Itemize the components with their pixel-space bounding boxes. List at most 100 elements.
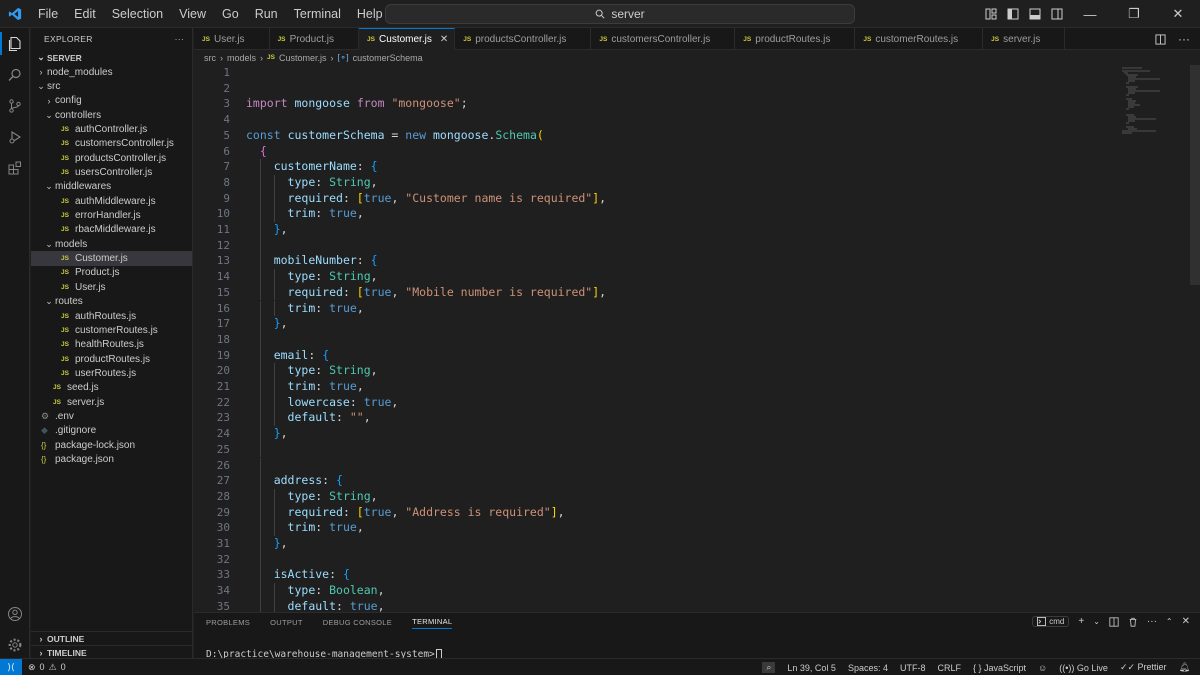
manage-gear-icon[interactable] <box>0 629 30 660</box>
editor-scrollbar[interactable] <box>1190 65 1200 285</box>
command-center-search[interactable]: server <box>385 4 855 24</box>
tree-file[interactable]: JS server.js <box>31 395 192 409</box>
notifications-bell-icon[interactable]: 🔔︎ <box>1179 662 1190 673</box>
copilot-icon[interactable]: ☺ <box>1038 663 1047 673</box>
tree-file[interactable]: JS productsController.js <box>31 151 192 165</box>
tree-file[interactable]: JS productRoutes.js <box>31 352 192 366</box>
code-token: trim <box>287 300 316 315</box>
outline-section[interactable]: › OUTLINE <box>31 631 193 645</box>
close-window-icon[interactable]: ✕ <box>1156 0 1200 28</box>
more-actions-icon[interactable]: ··· <box>175 34 184 44</box>
timeline-section[interactable]: › TIMELINE <box>31 645 193 659</box>
editor-tab[interactable]: JS customersController.js <box>591 28 736 50</box>
line-endings[interactable]: CRLF <box>937 663 961 673</box>
toggle-secondary-sidebar-icon[interactable] <box>1046 0 1068 28</box>
tree-folder[interactable]: › config <box>31 94 192 108</box>
menu-edit[interactable]: Edit <box>66 0 104 28</box>
tree-file[interactable]: JS authRoutes.js <box>31 309 192 323</box>
menu-terminal[interactable]: Terminal <box>286 0 349 28</box>
remote-indicator-icon[interactable]: ⟩⟨ <box>0 658 22 675</box>
tree-file[interactable]: JS userRoutes.js <box>31 366 192 380</box>
problems-indicator[interactable]: ⊗ 0 ⚠ 0 <box>22 662 66 673</box>
tree-file[interactable]: JS customersController.js <box>31 137 192 151</box>
chevron-down-icon[interactable]: ⌄ <box>1093 617 1100 626</box>
trash-icon[interactable] <box>1128 617 1138 627</box>
breadcrumb-file[interactable]: Customer.js <box>279 53 327 63</box>
tree-file[interactable]: JS Product.js <box>31 266 192 280</box>
code-token: , <box>557 504 565 519</box>
tree-file[interactable]: JS customerRoutes.js <box>31 323 192 337</box>
tree-file[interactable]: JS healthRoutes.js <box>31 338 192 352</box>
tree-file[interactable]: {} package.json <box>31 452 192 466</box>
editor-tab[interactable]: JS server.js <box>983 28 1066 50</box>
editor-tab[interactable]: JS User.js <box>194 28 270 50</box>
extensions-icon[interactable] <box>0 152 30 183</box>
menu-view[interactable]: View <box>171 0 214 28</box>
split-editor-icon[interactable] <box>1155 33 1166 45</box>
indentation[interactable]: Spaces: 4 <box>848 663 888 673</box>
code-editor[interactable]: 1 2 3 import mongoose from "mongoose"; 4 5 con… <box>194 65 1200 612</box>
tab-output[interactable]: OUTPUT <box>270 618 303 627</box>
editor-tab[interactable]: JS productRoutes.js <box>735 28 856 50</box>
breadcrumb-models[interactable]: models <box>227 53 256 63</box>
breadcrumb-src[interactable]: src <box>204 53 216 63</box>
source-control-icon[interactable] <box>0 90 30 121</box>
tree-folder[interactable]: ⌄ routes <box>31 295 192 309</box>
editor-tab[interactable]: JS productsController.js <box>455 28 592 50</box>
minimize-icon[interactable]: — <box>1068 0 1112 28</box>
tree-folder[interactable]: ⌄ middlewares <box>31 180 192 194</box>
tree-file[interactable]: JS seed.js <box>31 381 192 395</box>
tree-folder[interactable]: ⌄ models <box>31 237 192 251</box>
tree-file[interactable]: JS User.js <box>31 280 192 294</box>
toggle-panel-icon[interactable] <box>1024 0 1046 28</box>
prettier[interactable]: ✓✓ Prettier <box>1120 662 1167 673</box>
tree-file[interactable]: JS authMiddleware.js <box>31 194 192 208</box>
zoom-icon[interactable]: ⌕ <box>762 662 776 673</box>
tree-file[interactable]: JS authController.js <box>31 122 192 136</box>
tree-folder[interactable]: ⌄ controllers <box>31 108 192 122</box>
split-terminal-icon[interactable] <box>1109 616 1119 627</box>
menu-selection[interactable]: Selection <box>104 0 171 28</box>
tree-file[interactable]: JS rbacMiddleware.js <box>31 223 192 237</box>
encoding[interactable]: UTF-8 <box>900 663 926 673</box>
tree-file[interactable]: JS usersController.js <box>31 165 192 179</box>
tree-file[interactable]: JS Customer.js <box>31 251 192 266</box>
error-icon: ⊗ <box>28 661 36 672</box>
tree-file[interactable]: ⚙ .env <box>31 409 192 423</box>
tree-folder[interactable]: › node_modules <box>31 65 192 79</box>
new-terminal-plus-icon[interactable]: + <box>1078 616 1084 627</box>
explorer-icon[interactable] <box>0 28 30 59</box>
tree-file[interactable]: JS errorHandler.js <box>31 208 192 222</box>
tab-problems[interactable]: PROBLEMS <box>206 618 250 627</box>
close-panel-icon[interactable]: ✕ <box>1182 616 1190 627</box>
close-tab-icon[interactable]: ✕ <box>440 34 448 45</box>
menu-file[interactable]: File <box>30 0 66 28</box>
tab-terminal[interactable]: TERMINAL <box>412 617 453 629</box>
restore-icon[interactable]: ❐ <box>1112 0 1156 28</box>
search-view-icon[interactable] <box>0 59 30 90</box>
tab-debug-console[interactable]: DEBUG CONSOLE <box>323 618 392 627</box>
editor-more-icon[interactable]: ··· <box>1178 32 1190 46</box>
run-debug-icon[interactable] <box>0 121 30 152</box>
editor-tab[interactable]: JS customerRoutes.js <box>855 28 984 50</box>
editor-tab[interactable]: JS Product.js <box>270 28 360 50</box>
cursor-position[interactable]: Ln 39, Col 5 <box>787 663 836 673</box>
accounts-icon[interactable] <box>0 598 30 629</box>
toggle-sidebar-icon[interactable] <box>1002 0 1024 28</box>
panel-more-icon[interactable]: ··· <box>1147 616 1157 627</box>
workspace-root[interactable]: ⌄ SERVER <box>31 50 192 65</box>
minimap[interactable] <box>1120 65 1186 135</box>
tree-file[interactable]: ◆ .gitignore <box>31 424 192 438</box>
menu-run[interactable]: Run <box>247 0 286 28</box>
code-token: type <box>287 269 316 284</box>
menu-go[interactable]: Go <box>214 0 247 28</box>
editor-tab[interactable]: JS Customer.js ✕ <box>359 28 456 50</box>
go-live[interactable]: ((•)) Go Live <box>1059 663 1108 673</box>
breadcrumb-symbol[interactable]: customerSchema <box>353 53 423 63</box>
tree-folder[interactable]: ⌄ src <box>31 79 192 93</box>
language-mode[interactable]: { } JavaScript <box>973 663 1026 673</box>
maximize-panel-icon[interactable]: ⌃ <box>1166 617 1173 626</box>
customize-layout-icon[interactable] <box>980 0 1002 28</box>
terminal-shell-selector[interactable]: cmd <box>1032 616 1070 627</box>
tree-file[interactable]: {} package-lock.json <box>31 438 192 452</box>
